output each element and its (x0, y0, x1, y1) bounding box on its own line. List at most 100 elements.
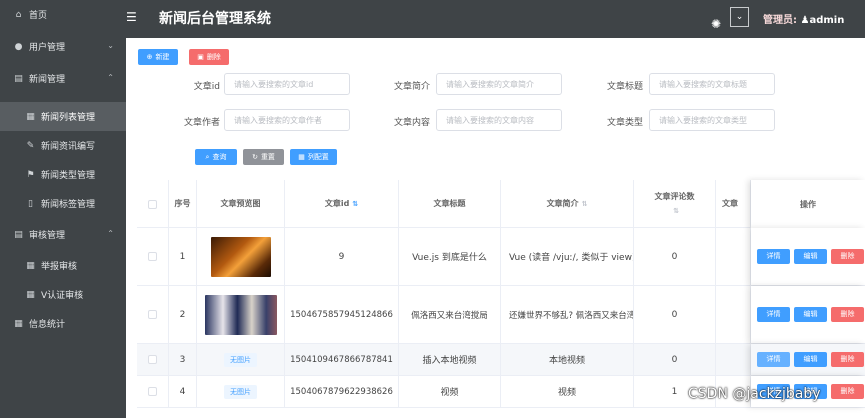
plus-icon: ⊕ (146, 53, 153, 61)
header-preview: 文章预览图 (197, 180, 285, 228)
sidebar-item-news[interactable]: ▤ 新闻管理 ⌃ (0, 64, 126, 93)
filter-label-summary: 文章简介 (393, 82, 430, 92)
sidebar-item-review[interactable]: ▤ 审核管理 ⌃ (0, 220, 126, 249)
filter-input-author[interactable] (224, 109, 350, 131)
sort-icon[interactable]: ⇅ (352, 197, 358, 211)
sidebar-item-report-review[interactable]: ▦ 举报审核 (0, 251, 126, 280)
cell-index: 4 (169, 376, 197, 407)
sidebar-item-news-write[interactable]: ✎ 新闻资讯编写 (0, 131, 126, 160)
delete-button[interactable]: ▣ 删除 (189, 49, 229, 65)
sort-icon[interactable]: ⇅ (582, 197, 588, 211)
edit-button[interactable]: 编辑 (794, 248, 827, 264)
cell-title: 插入本地视频 (399, 344, 501, 375)
sidebar-item-users[interactable]: ● 用户管理 ⌄ (0, 32, 126, 61)
chevron-down-icon: ⌄ (107, 41, 114, 50)
preview-image[interactable] (204, 294, 277, 335)
cell-comments: 0 (634, 286, 716, 343)
header-id[interactable]: 文章id ⇅ (285, 180, 399, 228)
table-row: 1 9 Vue.js 到底是什么 Vue (读音 /vjuː/, 类似于 vie… (137, 228, 865, 286)
checkbox[interactable] (148, 310, 157, 319)
cell-title: Vue.js 到底是什么 (399, 228, 501, 285)
query-button[interactable]: ⌕ 查询 (195, 149, 237, 165)
search-icon: ⌕ (205, 152, 210, 161)
checkbox[interactable] (148, 355, 157, 364)
reset-button[interactable]: ↻ 重置 (243, 149, 284, 165)
delete-row-button[interactable]: 删除 (831, 248, 864, 264)
new-button[interactable]: ⊕ 新建 (138, 49, 178, 65)
flag-icon: ⚑ (26, 169, 35, 180)
filter-label-author: 文章作者 (183, 118, 220, 128)
menu-toggle-icon[interactable]: ☰ (126, 11, 138, 23)
header-select-all[interactable] (137, 180, 169, 228)
document-icon: ▦ (14, 318, 23, 329)
delete-row-button[interactable]: 删除 (831, 306, 864, 322)
admin-name: admin (809, 15, 845, 26)
sort-icon[interactable]: ⇅ (673, 204, 679, 218)
cell-summary: 视频 (501, 376, 634, 407)
detail-button[interactable]: 详情 (757, 306, 790, 322)
detail-button[interactable]: 详情 (757, 248, 790, 264)
top-header: ☰ 新闻后台管理系统 ✺ ⌄ 管理员: ♟admin (126, 0, 865, 38)
header-ops: 操作 (751, 180, 865, 228)
chevron-up-icon: ⌃ (107, 229, 114, 238)
page-title: 新闻后台管理系统 (159, 11, 271, 27)
delete-row-button[interactable]: 删除 (831, 383, 864, 399)
edit-icon: ✎ (26, 140, 35, 151)
document-icon: ▦ (26, 111, 35, 122)
cell-comments: 0 (634, 228, 716, 285)
cell-id: 1504067879622938626 (285, 376, 399, 407)
cell-ops: 详情 编辑 删除 (751, 228, 865, 285)
cell-ops: 详情 编辑 删除 (751, 286, 865, 343)
filter-input-type[interactable] (649, 109, 775, 131)
chevron-down-icon: ⌄ (735, 12, 744, 22)
cell-preview (197, 286, 285, 343)
cell-summary: Vue (读音 /vjuː/, 类似于 view) 是... (501, 228, 634, 285)
cell-id: 1504109467866787841 (285, 344, 399, 375)
grid-icon: ▦ (298, 153, 305, 161)
chevron-up-icon: ⌃ (107, 73, 114, 82)
checkbox[interactable] (148, 252, 157, 261)
delete-row-button[interactable]: 删除 (831, 351, 864, 367)
detail-button[interactable]: 详情 (757, 351, 790, 367)
header-comments[interactable]: 文章评论数 ⇅ (634, 180, 716, 228)
sidebar-item-v-review[interactable]: ▦ V认证审核 (0, 280, 126, 309)
sidebar-item-news-list[interactable]: ▦ 新闻列表管理 (0, 102, 126, 131)
filter-input-content[interactable] (436, 109, 562, 131)
cell-index: 2 (169, 286, 197, 343)
preview-image[interactable] (210, 236, 271, 277)
edit-button[interactable]: 编辑 (794, 306, 827, 322)
bookmark-icon: ▯ (28, 198, 33, 209)
filter-label-type: 文章类型 (606, 118, 643, 128)
cell-comments: 0 (634, 344, 716, 375)
admin-info[interactable]: 管理员: ♟admin (763, 11, 844, 26)
cell-title: 视频 (399, 376, 501, 407)
cell-index: 3 (169, 344, 197, 375)
column-config-button[interactable]: ▦ 列配置 (290, 149, 337, 165)
filter-label-title: 文章标题 (606, 82, 643, 92)
refresh-icon: ↻ (252, 153, 258, 161)
sidebar-item-stats[interactable]: ▦ 信息统计 (0, 309, 126, 338)
checkbox[interactable] (148, 199, 157, 209)
table-header: 序号 文章预览图 文章id ⇅ 文章标题 文章简介 ⇅ 文章评论数 ⇅ 文章 操作 (137, 180, 865, 228)
dropdown-button[interactable]: ⌄ (730, 7, 749, 27)
sidebar-item-home[interactable]: ⌂ 首页 (0, 0, 126, 29)
cell-id: 1504675857945124866 (285, 286, 399, 343)
watermark: CSDN @jackzjbaby (688, 386, 821, 402)
main-content: ⊕新建 ▣删除 文章id 文章简介 文章标题 文章作者 文章内容 文章类型 ⌕查… (126, 38, 865, 418)
filter-input-title[interactable] (649, 73, 775, 95)
header-title: 文章标题 (399, 180, 501, 228)
filter-label-id: 文章id (193, 82, 220, 92)
sidebar: ⌂ 首页 ● 用户管理 ⌄ ▤ 新闻管理 ⌃ ▦ 新闻列表管理 ✎ 新闻资讯编写 ⚑ 新闻类… (0, 0, 126, 418)
home-icon: ⌂ (15, 9, 22, 20)
filter-input-summary[interactable] (436, 73, 562, 95)
header-summary[interactable]: 文章简介 ⇅ (501, 180, 634, 228)
sidebar-item-news-types[interactable]: ⚑ 新闻类型管理 (0, 160, 126, 189)
cell-summary: 本地视频 (501, 344, 634, 375)
table-row: 2 1504675857945124866 佩洛西又来台湾搅局 还嫌世界不够乱?… (137, 286, 865, 344)
checkbox[interactable] (148, 387, 157, 396)
filter-input-id[interactable] (224, 73, 350, 95)
cell-ops: 详情 编辑 删除 (751, 344, 865, 375)
cell-preview: 无图片 (197, 344, 285, 375)
sidebar-item-news-tags[interactable]: ▯ 新闻标签管理 (0, 189, 126, 218)
edit-button[interactable]: 编辑 (794, 351, 827, 367)
